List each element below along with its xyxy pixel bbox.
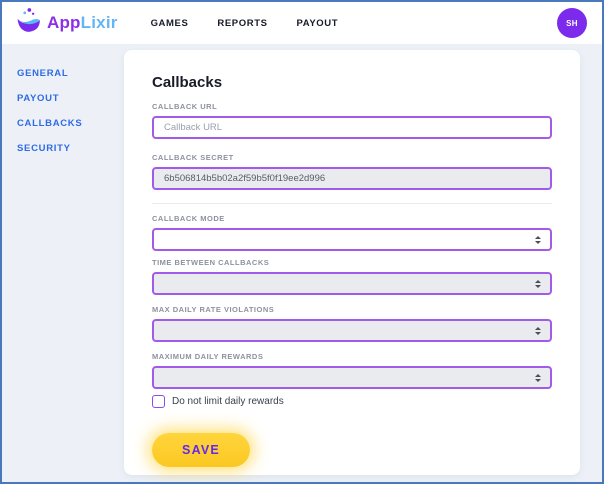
callback-mode-select[interactable] bbox=[152, 228, 552, 251]
settings-sidebar: GENERAL PAYOUT CALLBACKS SECURITY bbox=[2, 44, 124, 168]
do-not-limit-rewards-label: Do not limit daily rewards bbox=[172, 396, 284, 407]
select-arrows-icon bbox=[535, 327, 541, 335]
save-button[interactable]: SAVE bbox=[152, 433, 250, 467]
max-daily-rate-violations-select[interactable] bbox=[152, 319, 552, 342]
time-between-callbacks-select[interactable] bbox=[152, 272, 552, 295]
limit-rewards-row: Do not limit daily rewards bbox=[152, 395, 552, 408]
section-divider bbox=[152, 203, 552, 204]
nav-item-games[interactable]: GAMES bbox=[151, 18, 189, 29]
page-title: Callbacks bbox=[152, 74, 552, 91]
maximum-daily-rewards-label: MAXIMUM DAILY REWARDS bbox=[152, 352, 552, 361]
max-daily-rate-violations-label: MAX DAILY RATE VIOLATIONS bbox=[152, 305, 552, 314]
nav-item-reports[interactable]: REPORTS bbox=[217, 18, 267, 29]
select-arrows-icon bbox=[535, 374, 541, 382]
top-header: AppLixir GAMES REPORTS PAYOUT SH bbox=[2, 2, 602, 44]
callback-url-label: CALLBACK URL bbox=[152, 102, 552, 111]
sidebar-item-security[interactable]: SECURITY bbox=[17, 143, 124, 154]
select-arrows-icon bbox=[535, 280, 541, 288]
user-avatar[interactable]: SH bbox=[557, 8, 587, 38]
nav-item-payout[interactable]: PAYOUT bbox=[297, 18, 339, 29]
callback-mode-label: CALLBACK MODE bbox=[152, 214, 552, 223]
do-not-limit-rewards-checkbox[interactable] bbox=[152, 395, 165, 408]
callback-secret-input[interactable] bbox=[152, 167, 552, 190]
app-window: AppLixir GAMES REPORTS PAYOUT SH GENERAL… bbox=[0, 0, 604, 484]
callbacks-panel: Callbacks CALLBACK URL CALLBACK SECRET C… bbox=[124, 50, 580, 475]
time-between-callbacks-label: TIME BETWEEN CALLBACKS bbox=[152, 258, 552, 267]
sidebar-item-general[interactable]: GENERAL bbox=[17, 68, 124, 79]
callback-secret-label: CALLBACK SECRET bbox=[152, 153, 552, 162]
main-nav: GAMES REPORTS PAYOUT bbox=[151, 18, 339, 29]
maximum-daily-rewards-select[interactable] bbox=[152, 366, 552, 389]
applixir-bowl-icon bbox=[15, 7, 42, 39]
select-arrows-icon bbox=[535, 236, 541, 244]
applixir-logo[interactable]: AppLixir bbox=[15, 7, 118, 39]
callback-url-input[interactable] bbox=[152, 116, 552, 139]
logo-wordmark: AppLixir bbox=[47, 13, 118, 33]
sidebar-item-payout[interactable]: PAYOUT bbox=[17, 93, 124, 104]
sidebar-item-callbacks[interactable]: CALLBACKS bbox=[17, 118, 124, 129]
